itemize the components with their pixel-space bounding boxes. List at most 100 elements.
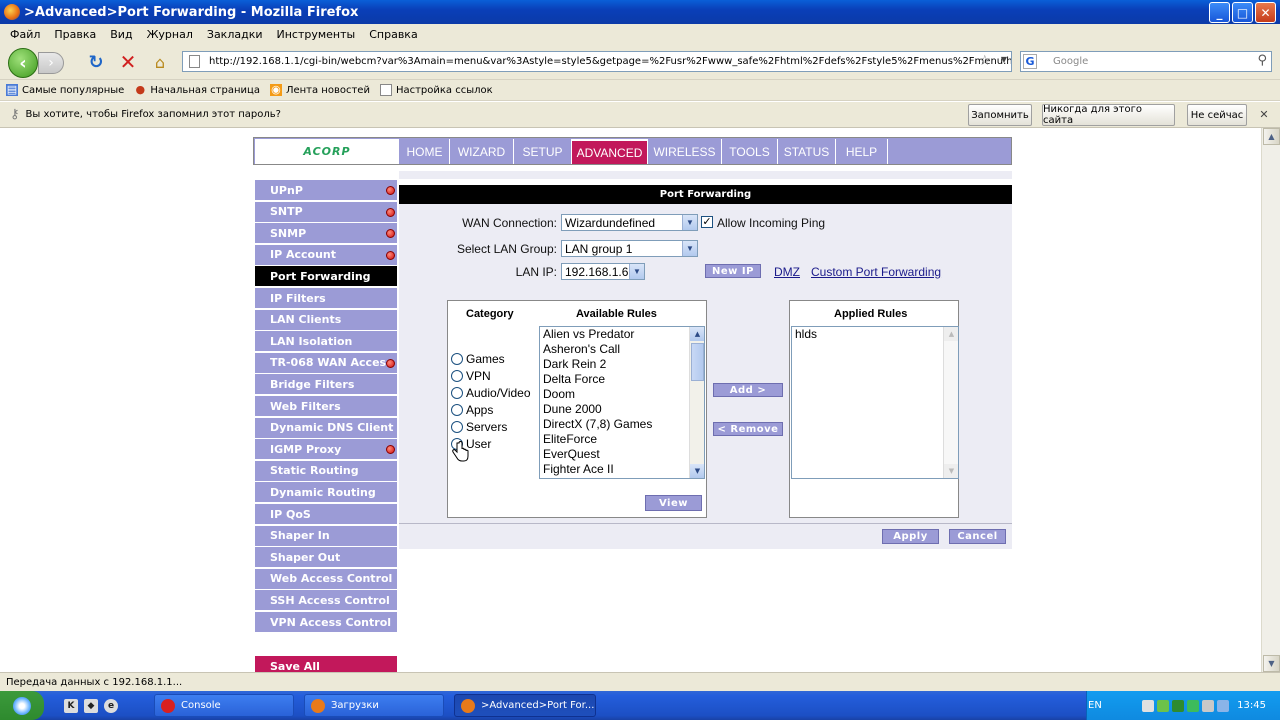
category-radio-games[interactable] bbox=[451, 353, 463, 365]
allow-ping-checkbox[interactable]: ✓ bbox=[701, 216, 713, 228]
category-label[interactable]: Apps bbox=[466, 403, 493, 417]
list-item[interactable]: Dark Rein 2 bbox=[540, 357, 704, 372]
maximize-button[interactable]: □ bbox=[1232, 2, 1253, 23]
tray-icon[interactable] bbox=[1217, 699, 1230, 712]
taskbar-downloads[interactable]: Загрузки bbox=[304, 694, 444, 717]
cancel-button[interactable]: Cancel bbox=[949, 529, 1006, 544]
available-rules-scrollbar[interactable]: ▲ ▼ bbox=[689, 327, 704, 478]
taskbar-console[interactable]: Console bbox=[154, 694, 294, 717]
close-notification-icon[interactable]: ✕ bbox=[1258, 109, 1270, 121]
list-item[interactable]: hlds bbox=[792, 327, 958, 342]
sidebar-item-ip-qos[interactable]: IP QoS bbox=[255, 504, 397, 524]
sidebar-item-lan-clients[interactable]: LAN Clients bbox=[255, 309, 397, 330]
menu-file[interactable]: Файл bbox=[10, 28, 40, 41]
reload-icon[interactable]: ↻ bbox=[86, 52, 106, 73]
not-now-button[interactable]: Не сейчас bbox=[1187, 104, 1247, 126]
wan-connection-select[interactable]: Wizardundefined ▼ bbox=[561, 214, 698, 231]
close-button[interactable]: ✕ bbox=[1255, 2, 1276, 23]
forward-button[interactable]: › bbox=[38, 52, 64, 74]
url-dropdown-icon[interactable]: ▼ bbox=[1001, 55, 1007, 64]
menu-history[interactable]: Журнал bbox=[147, 28, 193, 41]
back-button[interactable]: ‹ bbox=[8, 48, 38, 78]
list-item[interactable]: Dune 2000 bbox=[540, 402, 704, 417]
search-input[interactable]: G Google ⚲ bbox=[1020, 51, 1272, 72]
list-item[interactable]: EliteForce bbox=[540, 432, 704, 447]
language-indicator[interactable]: EN bbox=[1088, 700, 1102, 711]
new-ip-button[interactable]: New IP bbox=[705, 264, 761, 278]
remember-password-button[interactable]: Запомнить bbox=[968, 104, 1032, 126]
never-for-site-button[interactable]: Никогда для этого сайта bbox=[1042, 104, 1175, 126]
view-button[interactable]: View bbox=[645, 495, 702, 511]
address-bar[interactable]: http://192.168.1.1/cgi-bin/webcm?var%3Am… bbox=[182, 51, 1012, 72]
ie-icon[interactable]: e bbox=[104, 698, 118, 713]
sidebar-item-tr-068-wan-access[interactable]: TR-068 WAN Access bbox=[255, 352, 397, 373]
sidebar-item-igmp-proxy[interactable]: IGMP Proxy bbox=[255, 439, 397, 460]
sidebar-item-shaper-out[interactable]: Shaper Out bbox=[255, 547, 397, 568]
stop-icon[interactable]: ✕ bbox=[118, 50, 138, 74]
sidebar-item-static-routing[interactable]: Static Routing bbox=[255, 460, 397, 481]
tab-setup[interactable]: SETUP bbox=[514, 139, 572, 164]
tray-icon[interactable] bbox=[1187, 699, 1200, 712]
sidebar-item-web-access-control[interactable]: Web Access Control bbox=[255, 568, 397, 589]
category-label[interactable]: VPN bbox=[466, 369, 491, 383]
category-radio-apps[interactable] bbox=[451, 404, 463, 416]
tray-icon[interactable] bbox=[1157, 699, 1170, 712]
taskbar-firefox[interactable]: >Advanced>Port For... bbox=[454, 694, 596, 717]
custom-port-forwarding-link[interactable]: Custom Port Forwarding bbox=[811, 265, 941, 279]
tab-home[interactable]: HOME bbox=[400, 139, 450, 164]
applied-rules-scrollbar[interactable]: ▲ ▼ bbox=[943, 327, 958, 478]
scroll-up-icon[interactable]: ▲ bbox=[690, 327, 704, 341]
tab-help[interactable]: HELP bbox=[836, 139, 888, 164]
category-radio-audio-video[interactable] bbox=[451, 387, 463, 399]
scroll-down-icon[interactable]: ▼ bbox=[944, 464, 958, 478]
sidebar-item-lan-isolation[interactable]: LAN Isolation bbox=[255, 331, 397, 352]
menu-tools[interactable]: Инструменты bbox=[277, 28, 356, 41]
scroll-down-icon[interactable]: ▼ bbox=[690, 464, 704, 478]
tray-icon[interactable] bbox=[1202, 699, 1215, 712]
list-item[interactable]: Doom bbox=[540, 387, 704, 402]
list-item[interactable]: Alien vs Predator bbox=[540, 327, 704, 342]
sidebar-item-dynamic-routing[interactable]: Dynamic Routing bbox=[255, 482, 397, 503]
sidebar-item-snmp[interactable]: SNMP bbox=[255, 223, 397, 244]
sidebar-item-dynamic-dns-client[interactable]: Dynamic DNS Client bbox=[255, 417, 397, 438]
google-icon[interactable]: G bbox=[1023, 54, 1037, 69]
menu-bookmarks[interactable]: Закладки bbox=[207, 28, 263, 41]
kaspersky-icon[interactable]: K bbox=[64, 698, 78, 713]
list-item[interactable]: Fighter Ace II bbox=[540, 462, 704, 477]
save-all-button[interactable]: Save All bbox=[255, 656, 397, 673]
scroll-down-icon[interactable]: ▼ bbox=[1263, 655, 1280, 672]
lan-ip-select[interactable]: 192.168.1.6 ▼ bbox=[561, 263, 645, 280]
scroll-up-icon[interactable]: ▲ bbox=[1263, 128, 1280, 145]
minimize-button[interactable]: _ bbox=[1209, 2, 1230, 23]
tray-icon[interactable] bbox=[1142, 699, 1155, 712]
list-item[interactable]: Asheron's Call bbox=[540, 342, 704, 357]
start-button[interactable] bbox=[0, 691, 44, 720]
list-item[interactable]: DirectX (7,8) Games bbox=[540, 417, 704, 432]
bookmark-most-visited[interactable]: ▤ Самые популярные bbox=[6, 84, 124, 96]
scroll-up-icon[interactable]: ▲ bbox=[944, 327, 958, 341]
category-label[interactable]: Games bbox=[466, 352, 505, 366]
page-scrollbar[interactable]: ▲ ▼ bbox=[1261, 128, 1280, 672]
category-radio-vpn[interactable] bbox=[451, 370, 463, 382]
sidebar-item-bridge-filters[interactable]: Bridge Filters bbox=[255, 374, 397, 395]
bookmark-customize-links[interactable]: Настройка ссылок bbox=[379, 84, 493, 96]
available-rules-list[interactable]: Alien vs Predator Asheron's Call Dark Rein… bbox=[539, 326, 705, 479]
sidebar-item-upnp[interactable]: UPnP bbox=[255, 180, 397, 200]
menu-help[interactable]: Справка bbox=[369, 28, 417, 41]
sidebar-item-ip-account[interactable]: IP Account bbox=[255, 244, 397, 265]
tab-status[interactable]: STATUS bbox=[778, 139, 836, 164]
search-icon[interactable]: ⚲ bbox=[1257, 53, 1267, 68]
tab-wizard[interactable]: WIZARD bbox=[450, 139, 514, 164]
category-label[interactable]: Audio/Video bbox=[466, 386, 531, 400]
bookmark-start-page[interactable]: ● Начальная страница bbox=[134, 84, 260, 96]
tray-icon[interactable] bbox=[1172, 699, 1185, 712]
sidebar-item-shaper-in[interactable]: Shaper In bbox=[255, 525, 397, 546]
category-label[interactable]: Servers bbox=[466, 420, 507, 434]
list-item[interactable]: EverQuest bbox=[540, 447, 704, 462]
category-label[interactable]: User bbox=[466, 437, 491, 451]
quicklaunch-icon[interactable]: ◆ bbox=[84, 698, 98, 713]
dmz-link[interactable]: DMZ bbox=[774, 265, 800, 279]
bookmark-news-feed[interactable]: ◉ Лента новостей bbox=[269, 84, 370, 96]
sidebar-item-vpn-access-control[interactable]: VPN Access Control bbox=[255, 612, 397, 632]
sidebar-item-ip-filters[interactable]: IP Filters bbox=[255, 288, 397, 308]
